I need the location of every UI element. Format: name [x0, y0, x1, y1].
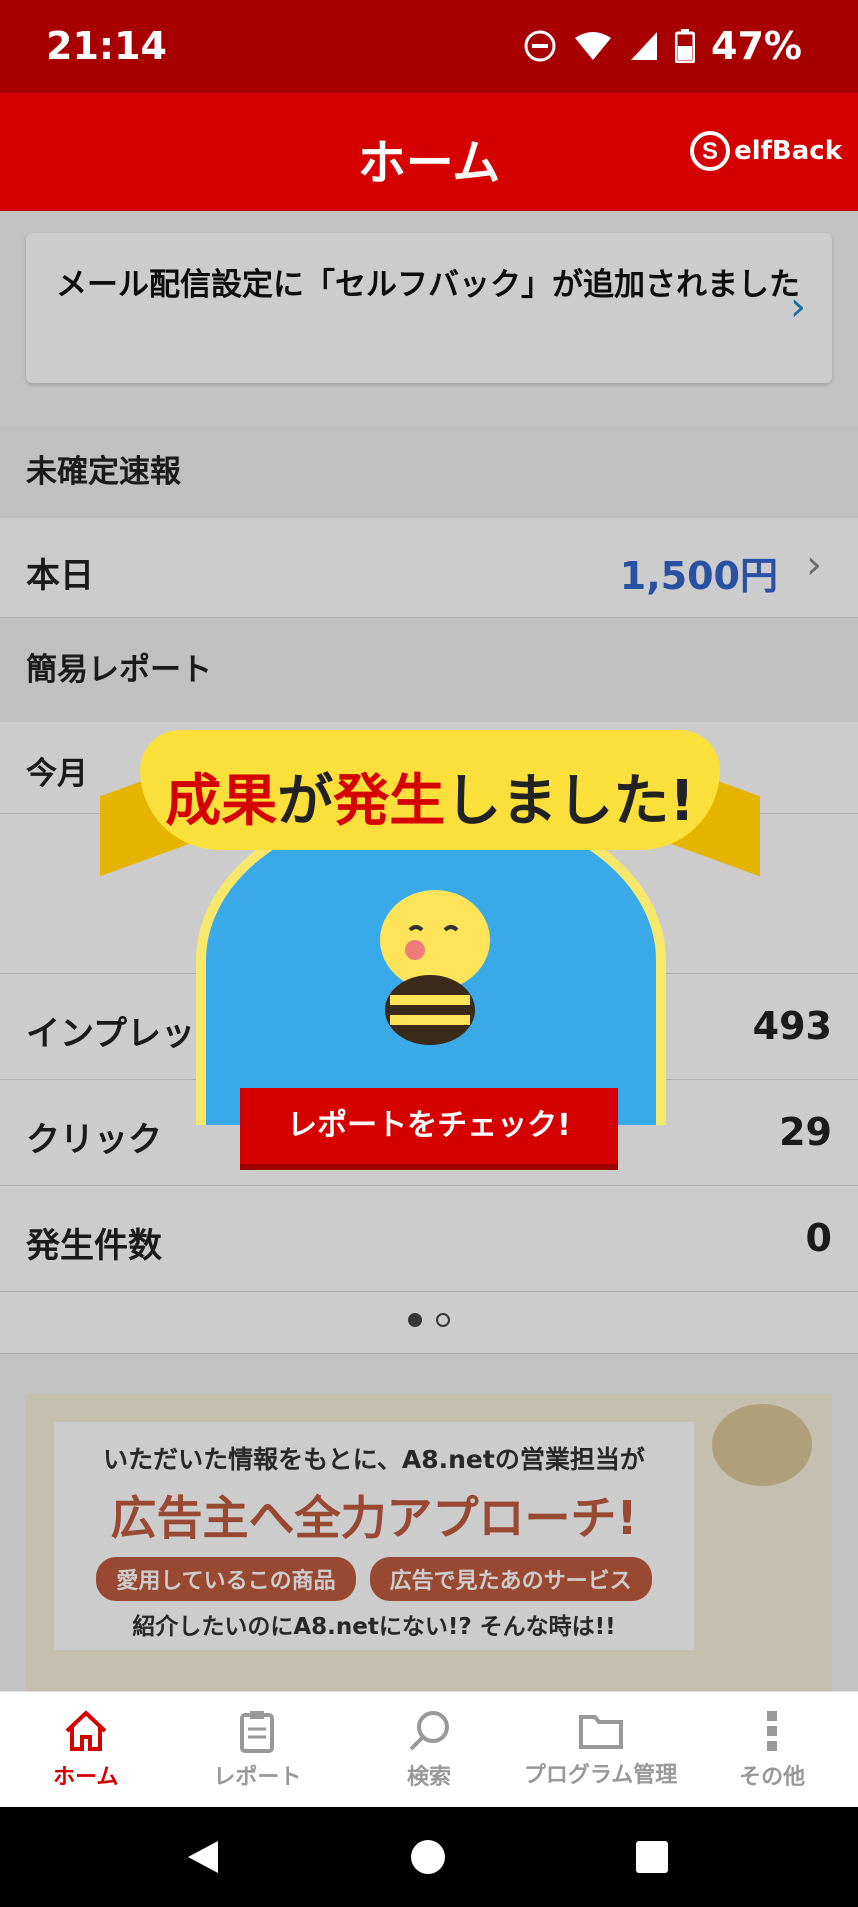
nav-home[interactable]: ホーム: [0, 1692, 172, 1807]
svg-text:S: S: [702, 138, 718, 165]
nav-home-label: ホーム: [53, 1764, 119, 1790]
status-time: 21:14: [46, 24, 167, 68]
nav-program-label: プログラム管理: [523, 1762, 678, 1788]
popup-title: 成果が発生しました!: [140, 730, 720, 850]
home-circle-icon[interactable]: [410, 1839, 446, 1875]
nav-other[interactable]: その他: [686, 1692, 858, 1807]
nav-program[interactable]: プログラム管理: [515, 1692, 687, 1807]
popup-title-part: 成果: [165, 769, 278, 834]
search-icon: [409, 1710, 449, 1750]
recents-icon[interactable]: [636, 1841, 668, 1873]
home-icon: [65, 1709, 107, 1751]
signal-icon: [631, 32, 658, 60]
more-icon: [767, 1710, 778, 1751]
do-not-disturb-icon: [524, 30, 556, 62]
brand-label: elfBack: [734, 136, 842, 166]
nav-other-label: その他: [739, 1764, 806, 1790]
back-icon[interactable]: [186, 1839, 220, 1875]
status-icons: 47%: [523, 24, 802, 68]
nav-search-label: 検索: [406, 1764, 451, 1790]
check-report-button[interactable]: レポートをチェック!: [240, 1088, 618, 1170]
battery-icon: [675, 29, 696, 63]
popup-title-part: が: [277, 769, 334, 834]
folder-icon: [578, 1714, 623, 1749]
bottom-nav: ホーム レポート 検索 プログラム管理 その他: [0, 1691, 858, 1807]
selfback-logo[interactable]: S elfBack: [690, 131, 842, 171]
result-popup[interactable]: 成果が発生しました! レポートをチェック!: [100, 730, 760, 1170]
selfback-s-icon: S: [690, 131, 731, 171]
bee-mascot-icon: [380, 890, 490, 1045]
popup-title-part: 発生: [333, 769, 446, 834]
nav-report[interactable]: レポート: [172, 1692, 344, 1807]
nav-report-label: レポート: [213, 1764, 302, 1790]
nav-search[interactable]: 検索: [343, 1692, 515, 1807]
battery-percent: 47%: [711, 24, 802, 68]
app-header: ホーム S elfBack: [0, 93, 858, 211]
system-nav-bar: [0, 1807, 858, 1907]
popup-title-part: しました!: [445, 769, 695, 834]
clipboard-icon: [240, 1710, 275, 1753]
status-bar: 21:14 47%: [0, 0, 858, 93]
wifi-icon: [575, 32, 612, 60]
